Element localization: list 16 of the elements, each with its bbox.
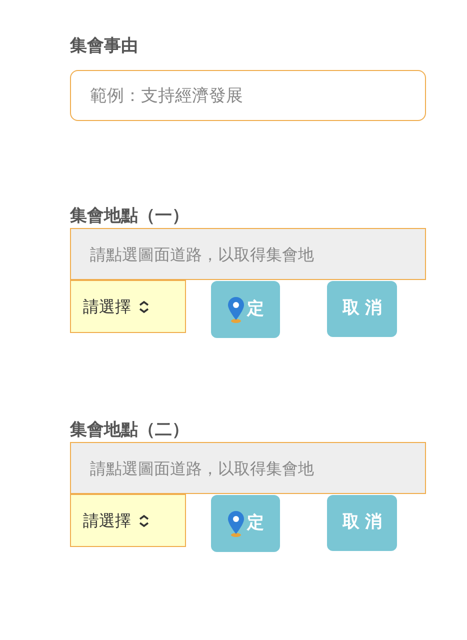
locate-button[interactable]: 定 [210, 281, 280, 338]
location-field[interactable]: 請點選圖面道路，以取得集會地 [70, 228, 426, 280]
field-label: 集會地點（一） [70, 205, 190, 228]
field-label: 集會事由 [70, 35, 139, 58]
map-pin-icon [227, 510, 246, 538]
location-field[interactable]: 請點選圖面道路，以取得集會地 [70, 442, 426, 494]
map-pin-icon [227, 296, 246, 324]
cancel-button[interactable]: 取 消 [327, 495, 398, 551]
reason-field[interactable]: 範例：支持經濟發展 [70, 70, 426, 121]
cancel-button[interactable]: 取 消 [327, 281, 398, 337]
region-select[interactable]: 請選擇 [70, 280, 186, 333]
locate-button[interactable]: 定 [210, 495, 280, 552]
chevron-icon [137, 300, 151, 314]
chevron-icon [137, 514, 151, 528]
region-select[interactable]: 請選擇 [70, 494, 186, 547]
field-label: 集會地點（二） [70, 419, 190, 442]
